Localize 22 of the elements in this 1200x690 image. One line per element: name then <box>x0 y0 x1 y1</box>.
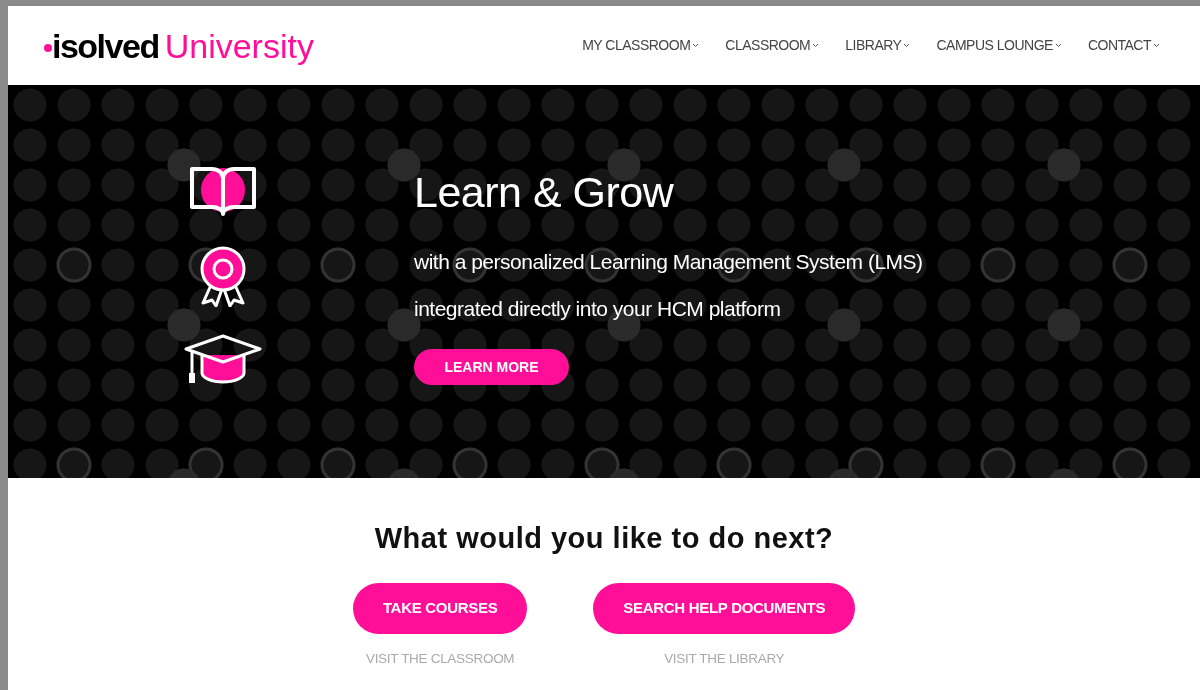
nav-link[interactable]: CAMPUS LOUNGE <box>936 35 1062 56</box>
nav-link[interactable]: MY CLASSROOM <box>582 35 700 56</box>
nav-link[interactable]: CONTACT <box>1087 35 1160 56</box>
graduation-cap-icon <box>184 333 262 385</box>
chevron-down-icon <box>1153 43 1160 48</box>
action-button[interactable]: SEARCH HELP DOCUMENTS <box>593 583 856 634</box>
nav-link[interactable]: LIBRARY <box>845 35 911 56</box>
chevron-down-icon <box>903 43 911 48</box>
action-button[interactable]: TAKE COURSES <box>352 583 528 634</box>
chevron-down-icon <box>692 43 700 48</box>
logo-brand: isolved <box>52 28 159 63</box>
chevron-down-icon <box>1054 43 1062 48</box>
hero-subtitle: integrated directly into your HCM platform <box>414 298 782 319</box>
logo-product: University <box>164 28 314 63</box>
chevron-down-icon <box>812 43 820 48</box>
hero-title: Learn & Grow <box>414 171 675 214</box>
dot-icon <box>44 43 52 52</box>
nav-link[interactable]: CLASSROOM <box>725 35 820 56</box>
section-heading: What would you like to do next? <box>374 524 834 553</box>
award-ribbon-icon <box>199 245 247 307</box>
hero-subtitle: with a personalized Learning Management System (LMS) <box>414 251 923 272</box>
learn-more-button[interactable]: LEARN MORE <box>414 349 569 385</box>
